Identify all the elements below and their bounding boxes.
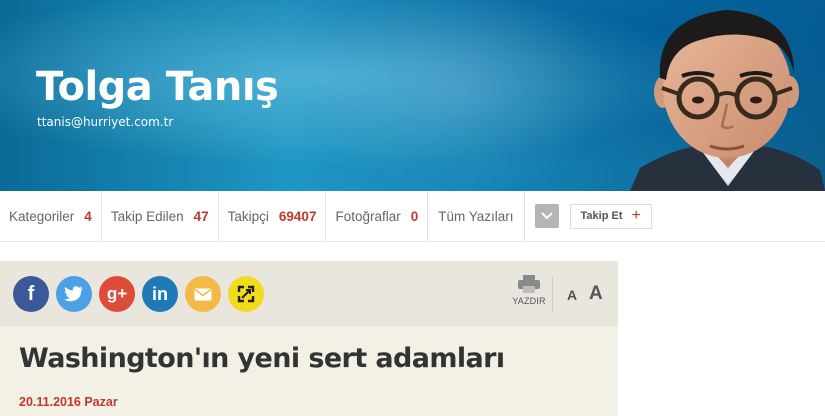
toolbar-divider <box>552 277 553 311</box>
author-email[interactable]: ttanis@hurriyet.com.tr <box>37 115 173 129</box>
author-banner: Tolga Tanış ttanis@hurriyet.com.tr <box>0 0 825 191</box>
tab-all-articles[interactable]: Tüm Yazıları <box>428 190 525 242</box>
tab-following[interactable]: Takip Edilen 47 <box>102 190 219 242</box>
share-toolbar: f g+ in YAZDIR A A <box>0 261 618 326</box>
author-name: Tolga Tanış <box>36 64 279 110</box>
more-dropdown-button[interactable] <box>534 204 559 228</box>
printer-icon <box>518 275 540 293</box>
tab-label: Fotoğraflar <box>335 208 401 224</box>
tab-followers[interactable]: Takipçi 69407 <box>219 190 327 242</box>
tab-count: 0 <box>410 208 419 224</box>
tab-categories[interactable]: Kategoriler 4 <box>0 190 102 242</box>
twitter-icon[interactable] <box>56 276 92 312</box>
plus-icon: + <box>631 207 641 224</box>
facebook-icon[interactable]: f <box>13 276 49 312</box>
follow-label: Takip Et <box>580 210 623 222</box>
tab-label: Kategoriler <box>9 208 75 224</box>
article-date: 20.11.2016 Pazar <box>19 395 118 409</box>
tab-photos[interactable]: Fotoğraflar 0 <box>326 190 429 242</box>
article-header: Washington'ın yeni sert adamları 20.11.2… <box>0 326 618 416</box>
profile-tabs: Kategoriler 4 Takip Edilen 47 Takipçi 69… <box>0 190 825 242</box>
linkedin-icon[interactable]: in <box>142 276 178 312</box>
print-button[interactable]: YAZDIR <box>512 275 546 315</box>
tab-label: Takip Edilen <box>110 208 184 224</box>
tab-label: Takipçi <box>227 208 269 224</box>
font-increase-button[interactable]: A <box>589 283 603 305</box>
chevron-down-icon <box>540 212 553 220</box>
tab-count: 4 <box>84 208 92 224</box>
email-icon[interactable] <box>185 276 221 312</box>
expand-icon[interactable] <box>228 276 264 312</box>
tab-count: 47 <box>193 208 209 224</box>
google-plus-icon[interactable]: g+ <box>99 276 135 312</box>
author-portrait <box>630 0 825 191</box>
follow-button[interactable]: Takip Et + <box>569 203 652 229</box>
tab-count: 69407 <box>278 208 317 224</box>
banner-decoration <box>280 0 640 191</box>
tab-label: Tüm Yazıları <box>438 208 514 224</box>
article-title: Washington'ın yeni sert adamları <box>19 343 505 374</box>
font-decrease-button[interactable]: A <box>567 287 577 303</box>
print-label: YAZDIR <box>512 296 546 306</box>
